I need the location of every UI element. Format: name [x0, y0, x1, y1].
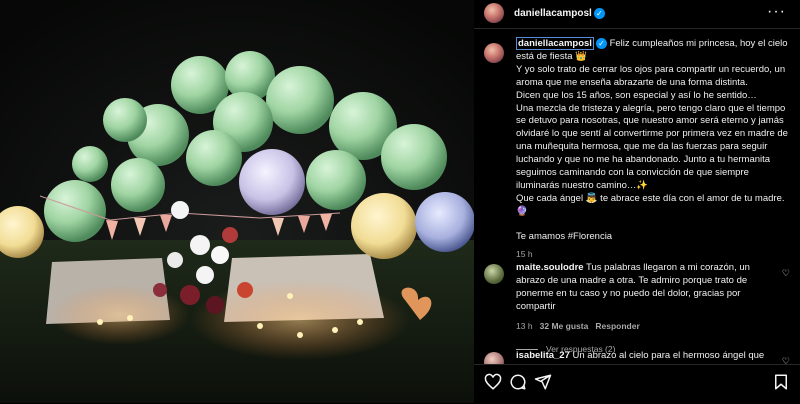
comment-username[interactable]: maite.soulodre: [516, 262, 584, 273]
comment-likes[interactable]: 32 Me gusta: [540, 321, 589, 331]
comment-username[interactable]: isabelita_27: [516, 350, 570, 361]
post-photo[interactable]: [0, 0, 474, 403]
reply-button[interactable]: Responder: [595, 321, 639, 331]
action-bar: [474, 364, 800, 404]
caption-line-4: Una mezcla de tristeza y alegría, pero t…: [516, 102, 788, 191]
verified-icon: ✓: [595, 38, 607, 49]
comment-text: maite.soulodre Tus palabras llegaron a m…: [516, 262, 776, 355]
comment-body: Un abrazo al cielo para el hermoso ángel…: [572, 350, 765, 361]
author-avatar[interactable]: [484, 3, 504, 23]
comment-avatar[interactable]: [484, 264, 504, 284]
comment-icon[interactable]: [509, 373, 527, 391]
post-header: daniellacamposl ✓ ···: [474, 0, 800, 29]
like-icon[interactable]: [484, 373, 502, 391]
verified-icon: ✓: [593, 8, 605, 19]
share-icon[interactable]: [534, 373, 552, 391]
more-options-icon[interactable]: ···: [767, 4, 786, 20]
caption-time: 15 h: [516, 248, 533, 259]
header-username[interactable]: daniellacamposl: [514, 8, 592, 19]
save-icon[interactable]: [772, 373, 790, 391]
caption-line-5: Que cada ángel 👼 te abrace este día con …: [516, 192, 785, 217]
comment-time: 13 h: [516, 320, 533, 331]
comment-text: isabelita_27 Un abrazo al cielo para el …: [516, 350, 776, 363]
caption-line-3: Dicen que los 15 años, son especial y as…: [516, 89, 757, 101]
caption-line-2: Y yo solo trato de cerrar los ojos para …: [516, 63, 786, 88]
photo-illustration: [0, 0, 474, 403]
header-username-wrap: daniellacamposl ✓: [514, 8, 605, 19]
post-panel: daniellacamposl ✓ ··· daniellacamposl ✓ Fe…: [474, 0, 800, 404]
caption-avatar[interactable]: [484, 43, 504, 63]
caption-line-6[interactable]: Te amamos #Florencia: [516, 231, 788, 244]
comment-meta: 13 h 32 Me gusta Responder: [516, 320, 776, 333]
caption-text: daniellacamposl ✓ Feliz cumpleaños mi pri…: [516, 37, 788, 261]
comment-like-icon[interactable]: ♡: [782, 268, 790, 279]
caption-username[interactable]: daniellacamposl: [516, 37, 594, 51]
